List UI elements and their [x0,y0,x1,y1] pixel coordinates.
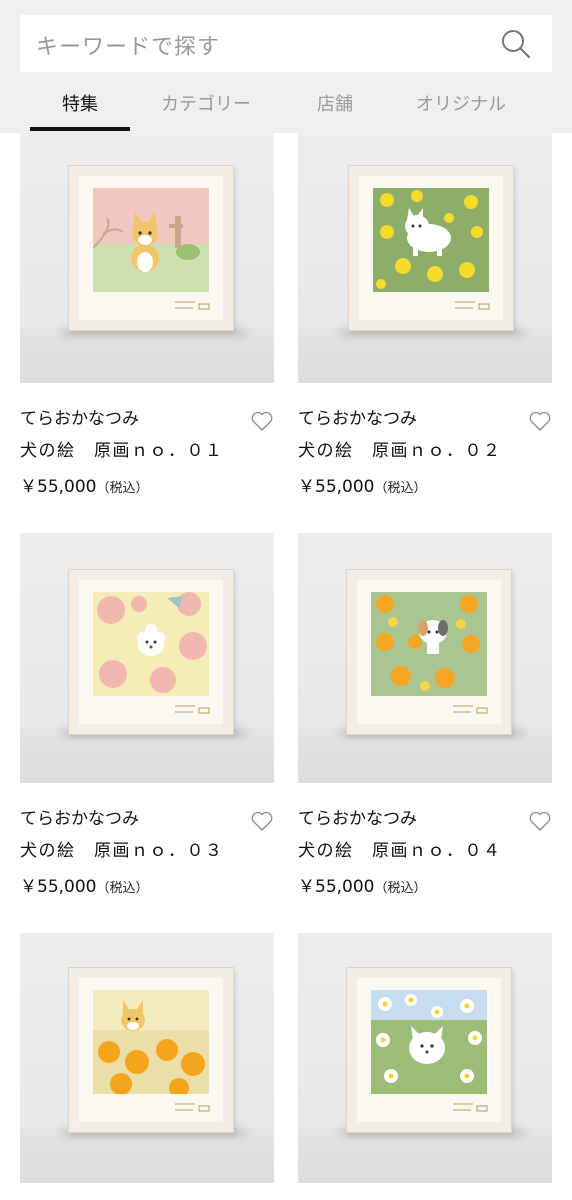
product-card[interactable]: てらおかなつみ 犬の絵 原画ｎｏ．０３ ￥55,000（税込） [20,533,274,913]
product-image[interactable] [298,133,552,383]
product-grid: てらおかなつみ 犬の絵 原画ｎｏ．０１ ￥55,000（税込） てらおかなつみ … [0,133,572,1200]
price-value: ￥55,000 [298,477,375,497]
price-value: ￥55,000 [20,877,97,897]
favorite-heart-icon[interactable] [528,809,552,833]
favorite-heart-icon[interactable] [250,809,274,833]
picture-frame [68,165,234,331]
search-icon[interactable] [500,28,532,60]
picture-frame [346,967,512,1133]
price-value: ￥55,000 [20,477,97,497]
product-info: てらおかなつみ 犬の絵 原画ｎｏ．０２ ￥55,000（税込） [298,408,552,497]
picture-frame [346,569,512,735]
picture-frame [68,569,234,735]
product-card[interactable]: てらおかなつみ 犬の絵 原画ｎｏ．０２ ￥55,000（税込） [298,133,552,513]
product-info: てらおかなつみ 犬の絵 原画ｎｏ．０３ ￥55,000（税込） [20,808,274,897]
artwork-dog-orange-flowers [371,592,487,696]
tax-note: （税込） [374,881,427,896]
artwork-white-dog-yellow-flowers [373,188,489,292]
product-title[interactable]: 犬の絵 原画ｎｏ．０３ [20,840,274,862]
artist-signature [453,705,488,714]
artwork-white-dog-daisies [371,990,487,1094]
artist-name: てらおかなつみ [20,809,139,829]
artist-name: てらおかなつみ [20,409,139,429]
favorite-heart-icon[interactable] [528,409,552,433]
product-image[interactable] [298,533,552,783]
product-info: てらおかなつみ 犬の絵 原画ｎｏ．０４ ￥55,000（税込） [298,808,552,897]
search-bar[interactable]: キーワードで探す [20,15,552,72]
tax-note: （税込） [96,881,149,896]
artist-signature [453,1103,488,1112]
product-price: ￥55,000（税込） [20,472,274,497]
artist-name: てらおかなつみ [298,809,417,829]
product-image[interactable] [20,133,274,383]
artist-signature [455,301,490,310]
artwork-corgi-orange-poppies [93,990,209,1094]
product-price: ￥55,000（税込） [20,872,274,897]
tax-note: （税込） [96,481,149,496]
product-price: ￥55,000（税込） [298,872,552,897]
product-title[interactable]: 犬の絵 原画ｎｏ．０２ [298,440,552,462]
artwork-poodle-pink-roses [93,592,209,696]
product-price: ￥55,000（税込） [298,472,552,497]
picture-frame [348,165,514,331]
picture-frame [68,967,234,1133]
artwork-corgi [93,188,209,292]
product-title[interactable]: 犬の絵 原画ｎｏ．０４ [298,840,552,862]
artist-name: てらおかなつみ [298,409,417,429]
artist-signature [175,301,210,310]
product-card[interactable] [20,933,274,1200]
tax-note: （税込） [374,481,427,496]
search-input[interactable]: キーワードで探す [36,29,220,61]
product-card[interactable]: てらおかなつみ 犬の絵 原画ｎｏ．０４ ￥55,000（税込） [298,533,552,913]
active-tab-indicator [30,127,130,131]
tab-bar: 特集 カテゴリー 店舗 オリジナル [0,78,572,133]
artist-signature [175,1103,210,1112]
product-image[interactable] [20,533,274,783]
tab-stores[interactable]: 店舗 [317,90,353,116]
product-image[interactable] [298,933,552,1183]
product-image[interactable] [20,933,274,1183]
product-info: てらおかなつみ 犬の絵 原画ｎｏ．０１ ￥55,000（税込） [20,408,274,497]
tab-original[interactable]: オリジナル [416,90,506,116]
product-title[interactable]: 犬の絵 原画ｎｏ．０１ [20,440,274,462]
app-header: キーワードで探す 特集 カテゴリー 店舗 オリジナル [0,0,572,133]
price-value: ￥55,000 [298,877,375,897]
product-card[interactable]: てらおかなつみ 犬の絵 原画ｎｏ．０１ ￥55,000（税込） [20,133,274,513]
tab-featured[interactable]: 特集 [62,90,98,116]
product-card[interactable] [298,933,552,1200]
favorite-heart-icon[interactable] [250,409,274,433]
artist-signature [175,705,210,714]
tab-category[interactable]: カテゴリー [161,90,251,116]
